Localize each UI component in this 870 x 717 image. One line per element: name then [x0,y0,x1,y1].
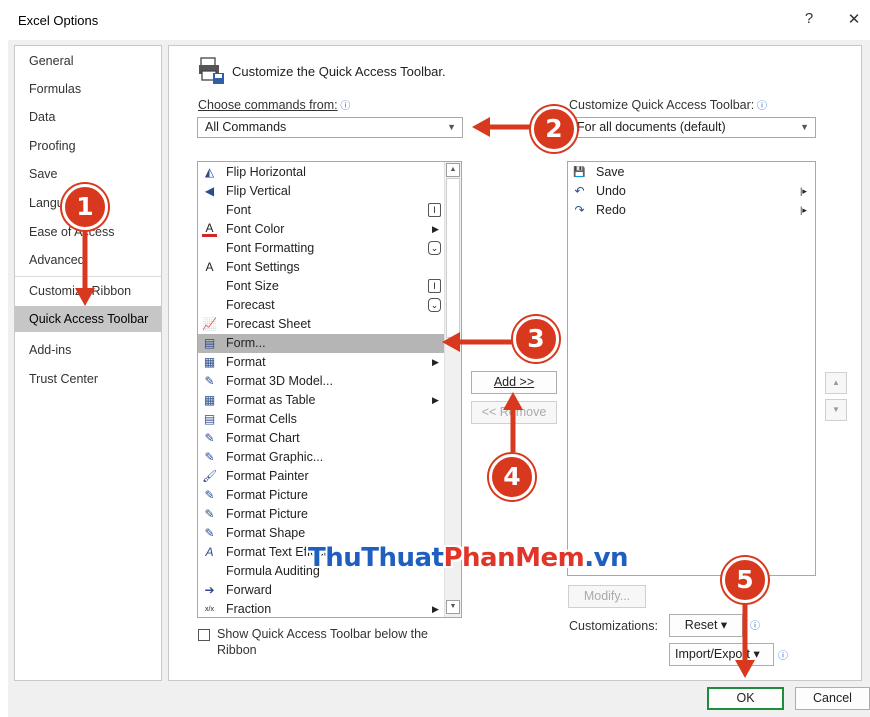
arrow-1-head [75,288,95,306]
arrow-4-head [503,392,523,410]
callout-step-4: 4 [489,454,535,500]
watermark-part-1: ThuThuat [308,543,444,573]
callout-step-1: 1 [62,184,108,230]
watermark: ThuThuatPhanMem.vn [308,543,629,573]
arrow-2-head [472,117,490,137]
callout-step-2: 2 [531,106,577,152]
arrow-5-head [735,660,755,678]
arrow-3-head [442,332,460,352]
callout-step-5: 5 [722,557,768,603]
callout-step-3: 3 [513,316,559,362]
watermark-part-2: PhanMem [443,543,585,573]
annotation-arrows [75,117,755,678]
watermark-part-3: .vn [584,543,629,573]
